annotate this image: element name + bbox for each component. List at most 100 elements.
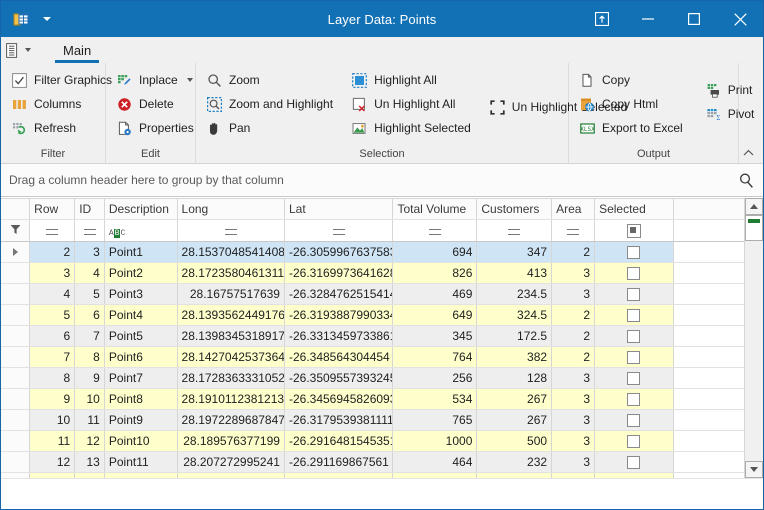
cell-selected[interactable]	[594, 430, 674, 452]
cell-id[interactable]: 3	[74, 241, 105, 263]
cell-area[interactable]: 3	[551, 367, 596, 389]
row-indicator[interactable]	[1, 451, 31, 473]
cell-volume[interactable]: 256	[392, 367, 478, 389]
zoom-button[interactable]: Zoom	[202, 68, 341, 92]
cell-area[interactable]: 3	[551, 262, 596, 284]
cell-lat[interactable]: -26.3169973641628	[284, 262, 394, 284]
cell-row[interactable]: 9	[29, 388, 76, 410]
cell-volume[interactable]: 1000	[392, 430, 478, 452]
col-header-long[interactable]: Long	[177, 198, 285, 220]
cell-area[interactable]: 3	[551, 388, 596, 410]
table-row[interactable]: 10 11 Point9 28.1972289687847 -26.3179539381…	[1, 409, 763, 431]
cell-id[interactable]: 13	[74, 451, 105, 473]
cell-row[interactable]: 7	[29, 346, 76, 368]
cell-cust[interactable]: 232	[476, 451, 553, 473]
cell-long[interactable]: 28.1427042537364	[177, 346, 285, 368]
cell-lat[interactable]: -26.3059967637583	[284, 241, 394, 263]
filter-cell-customers[interactable]	[476, 219, 553, 242]
cell-row[interactable]: 5	[29, 304, 76, 326]
table-row[interactable]: 4 5 Point3 28.16757517639 -26.3284762515414 4…	[1, 283, 763, 305]
vertical-scrollbar[interactable]	[744, 198, 763, 478]
cell-id[interactable]: 4	[74, 262, 105, 284]
cell-row[interactable]: 10	[29, 409, 76, 431]
cell-id[interactable]: 5	[74, 283, 105, 305]
filter-cell-id[interactable]	[74, 219, 105, 242]
cell-row[interactable]: 3	[29, 262, 76, 284]
cell-cust[interactable]: 234.5	[476, 283, 553, 305]
checkbox-indeterminate-icon[interactable]	[626, 223, 641, 238]
cell-selected[interactable]	[594, 346, 674, 368]
filter-cell-row[interactable]	[29, 219, 76, 242]
row-indicator[interactable]	[1, 304, 31, 326]
table-row[interactable]: 12 13 Point11 28.207272995241 -26.2911698675…	[1, 451, 763, 473]
cell-long[interactable]: 28.1723580461311	[177, 262, 285, 284]
cell-cust[interactable]: 128	[476, 367, 553, 389]
table-row[interactable]: 5 6 Point4 28.1393562449176 -26.319388799033…	[1, 304, 763, 326]
scroll-track[interactable]	[745, 215, 763, 461]
cell-id[interactable]: 6	[74, 304, 105, 326]
ribbon-display-options-button[interactable]	[579, 1, 625, 37]
cell-desc[interactable]: Point8	[104, 388, 178, 410]
row-indicator[interactable]	[1, 325, 31, 347]
cell-desc[interactable]: Point11	[104, 451, 178, 473]
cell-desc[interactable]: Point4	[104, 304, 178, 326]
cell-volume[interactable]: 694	[392, 241, 478, 263]
cell-long[interactable]: 28.1728363331052	[177, 367, 285, 389]
cell-area[interactable]: 2	[551, 325, 596, 347]
cell-area[interactable]: 2	[551, 346, 596, 368]
table-row[interactable]: 6 7 Point5 28.1398345318917 -26.331345973386…	[1, 325, 763, 347]
cell-selected[interactable]	[594, 241, 674, 263]
cell-long[interactable]: 28.16757517639	[177, 283, 285, 305]
col-header-area[interactable]: Area	[551, 198, 596, 220]
group-by-panel[interactable]: Drag a column header here to group by th…	[1, 164, 763, 197]
filter-cell-total-volume[interactable]	[392, 219, 478, 242]
selected-checkbox[interactable]	[627, 456, 641, 470]
cell-row[interactable]: 8	[29, 367, 76, 389]
cell-lat[interactable]: -26.3509557393245	[284, 367, 394, 389]
filter-cell-description[interactable]: ABC	[104, 219, 178, 242]
cell-lat[interactable]: -26.3193887990334	[284, 304, 394, 326]
copy-button[interactable]: Copy	[575, 68, 691, 92]
search-icon[interactable]	[738, 172, 755, 189]
col-header-lat[interactable]: Lat	[284, 198, 394, 220]
table-row[interactable]: 2 3 Point1 28.1537048541408 -26.305996763758…	[1, 241, 763, 263]
cell-desc[interactable]: Point1	[104, 241, 178, 263]
filter-funnel-icon[interactable]	[1, 219, 31, 242]
cell-desc[interactable]: Point2	[104, 262, 178, 284]
cell-cust[interactable]: 267	[476, 388, 553, 410]
cell-volume[interactable]: 826	[392, 262, 478, 284]
col-header-selected[interactable]: Selected	[594, 198, 674, 220]
selected-checkbox[interactable]	[627, 288, 641, 302]
cell-volume[interactable]: 464	[392, 451, 478, 473]
copy-html-button[interactable]: Copy Html	[575, 92, 691, 116]
row-indicator[interactable]	[1, 367, 31, 389]
cell-long[interactable]: 28.207272995241	[177, 451, 285, 473]
col-header-description[interactable]: Description	[104, 198, 178, 220]
cell-volume[interactable]: 764	[392, 346, 478, 368]
table-row[interactable]: 11 12 Point10 28.189576377199 -26.2916481545…	[1, 430, 763, 452]
cell-area[interactable]: 2	[551, 304, 596, 326]
cell-selected[interactable]	[594, 283, 674, 305]
cell-desc[interactable]: Point6	[104, 346, 178, 368]
export-to-excel-button[interactable]: XLSX Export to Excel	[575, 116, 691, 140]
cell-volume[interactable]: 345	[392, 325, 478, 347]
inplace-button[interactable]: Inplace	[112, 68, 202, 92]
cell-desc[interactable]: Point9	[104, 409, 178, 431]
selected-checkbox[interactable]	[627, 435, 641, 449]
row-indicator[interactable]	[1, 430, 31, 452]
selected-checkbox[interactable]	[627, 414, 641, 428]
cell-id[interactable]: 7	[74, 325, 105, 347]
selected-checkbox[interactable]	[627, 267, 641, 281]
filter-cell-selected[interactable]	[594, 219, 674, 242]
filter-cell-long[interactable]	[177, 219, 285, 242]
cell-selected[interactable]	[594, 388, 674, 410]
cell-lat[interactable]: -26.291169867561	[284, 451, 394, 473]
un-highlight-all-button[interactable]: Un Highlight All	[347, 92, 479, 116]
cell-cust[interactable]: 413	[476, 262, 553, 284]
cell-volume[interactable]: 765	[392, 409, 478, 431]
cell-long[interactable]: 28.1398345318917	[177, 325, 285, 347]
cell-cust[interactable]: 500	[476, 430, 553, 452]
cell-long[interactable]: 28.1393562449176	[177, 304, 285, 326]
cell-cust[interactable]: 382	[476, 346, 553, 368]
cell-long[interactable]: 28.1972289687847	[177, 409, 285, 431]
